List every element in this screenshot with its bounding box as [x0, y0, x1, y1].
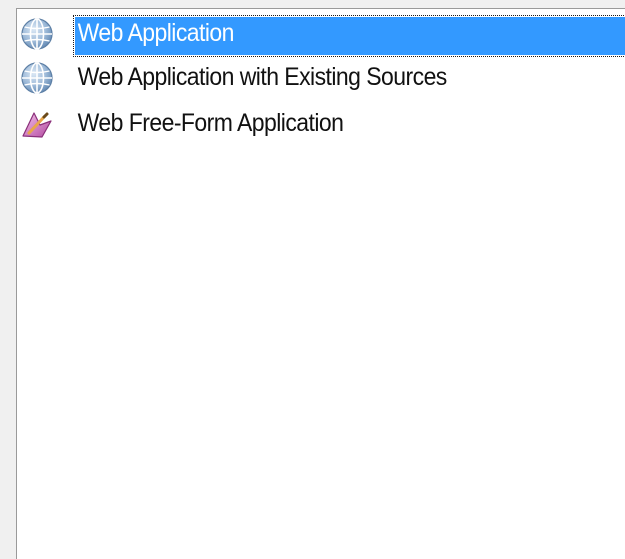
project-type-list[interactable]: Web Application Web Application with Exi…	[16, 8, 625, 559]
list-item-web-application-existing-sources[interactable]: Web Application with Existing Sources	[17, 55, 625, 99]
freeform-app-icon	[20, 107, 54, 141]
list-item-web-application[interactable]: Web Application	[17, 11, 625, 57]
dialog-frame: Web Application Web Application with Exi…	[0, 0, 625, 559]
list-item-web-free-form-application[interactable]: Web Free-Form Application	[17, 101, 625, 145]
list-item-label: Web Free-Form Application	[77, 109, 344, 137]
globe-icon	[20, 61, 54, 95]
globe-icon	[20, 17, 54, 51]
list-item-label: Web Application with Existing Sources	[77, 63, 448, 91]
list-item-label: Web Application	[77, 19, 235, 47]
